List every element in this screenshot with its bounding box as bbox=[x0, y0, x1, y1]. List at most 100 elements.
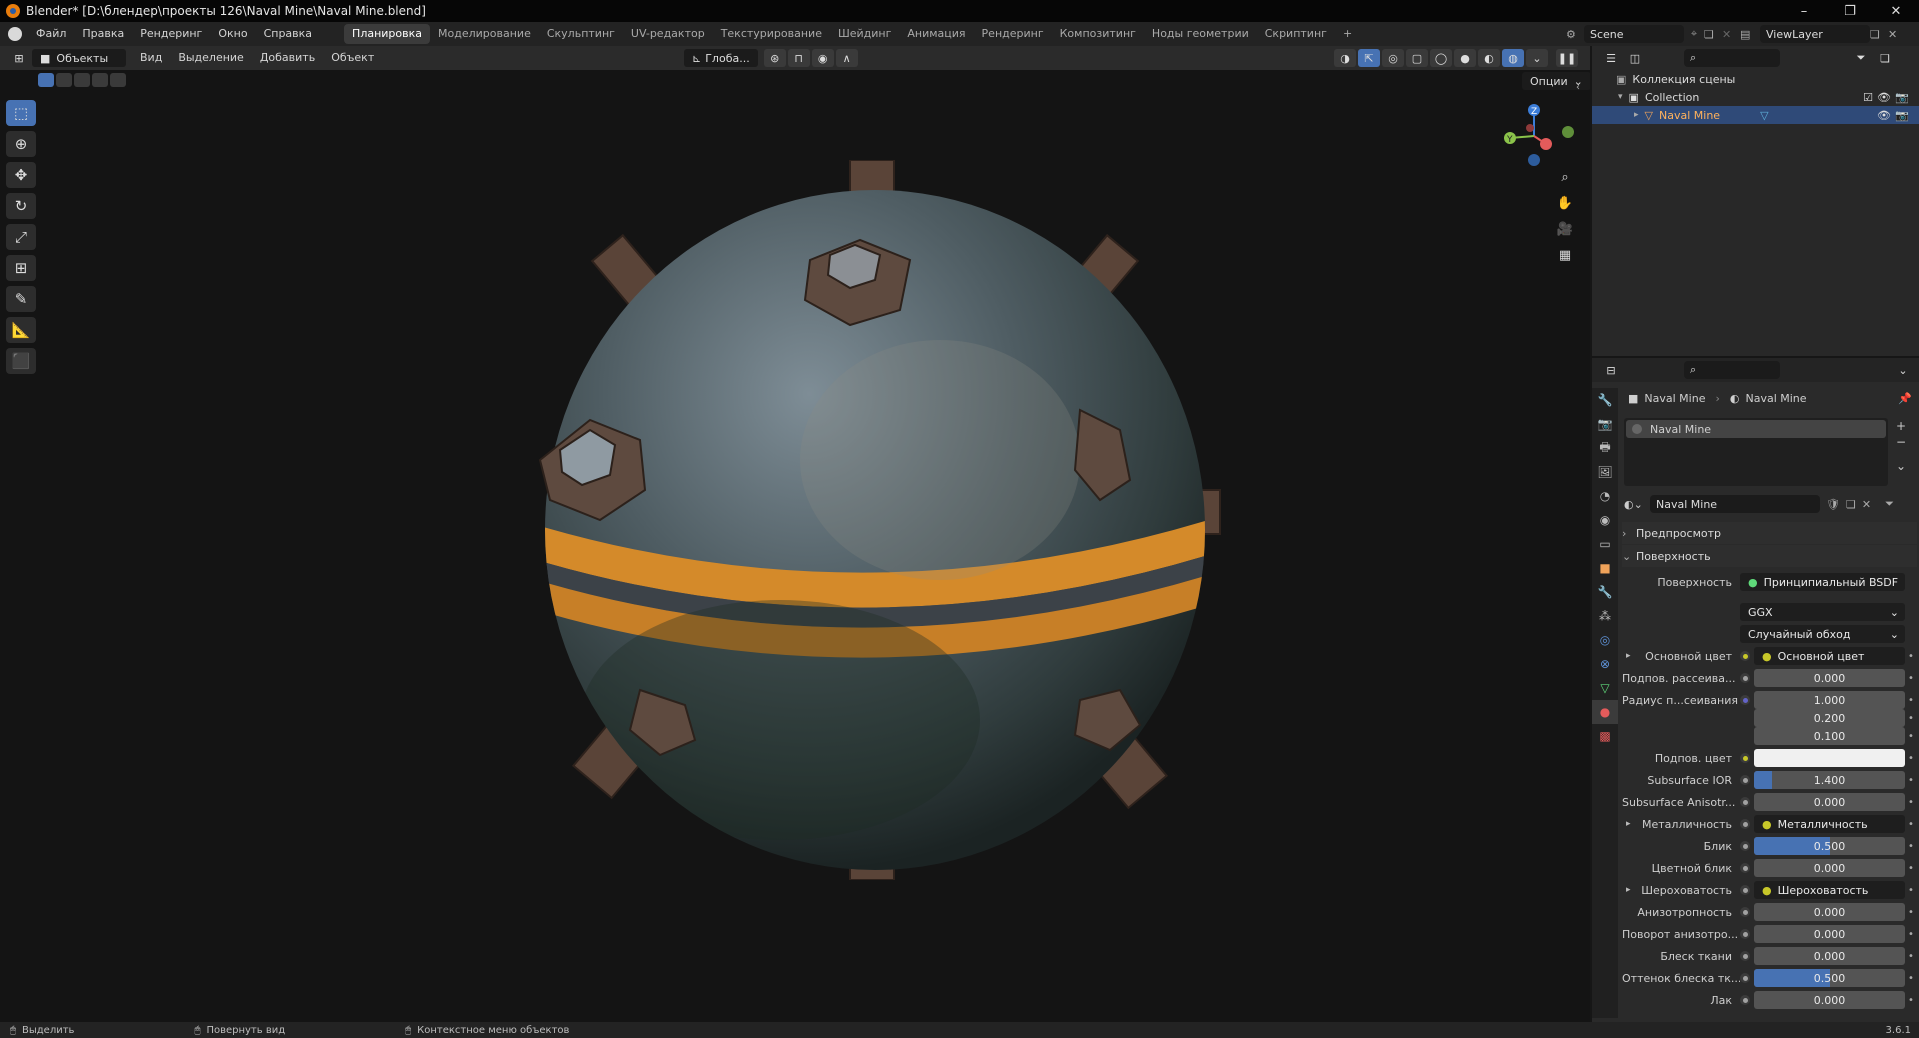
overlay-icon[interactable]: ◎ bbox=[1382, 49, 1404, 67]
number-slider[interactable]: 0.100 bbox=[1754, 727, 1905, 745]
render-camera-icon[interactable]: 📷 bbox=[1895, 91, 1909, 104]
socket-icon[interactable] bbox=[1740, 907, 1750, 917]
pan-hand-icon[interactable]: ✋ bbox=[1554, 196, 1576, 222]
socket-icon[interactable] bbox=[1740, 841, 1750, 851]
move-tool-icon[interactable]: ✥ bbox=[6, 162, 36, 188]
exclude-checkbox-icon[interactable]: ☑ bbox=[1863, 91, 1873, 104]
keyframe-dot-icon[interactable]: • bbox=[1905, 753, 1917, 764]
tab-animation[interactable]: Анимация bbox=[899, 24, 973, 44]
keyframe-dot-icon[interactable]: • bbox=[1905, 651, 1917, 662]
keyframe-dot-icon[interactable]: • bbox=[1905, 973, 1917, 984]
socket-icon[interactable] bbox=[1740, 775, 1750, 785]
linked-input-field[interactable]: ● Основной цвет bbox=[1754, 647, 1905, 665]
keyframe-dot-icon[interactable]: • bbox=[1905, 713, 1917, 724]
eye-icon[interactable]: 👁 bbox=[1877, 91, 1891, 104]
number-slider[interactable]: 0.000 bbox=[1754, 947, 1905, 965]
add-cube-tool-icon[interactable]: ⬛ bbox=[6, 348, 36, 374]
view-layer-icon[interactable]: ▤ bbox=[1740, 28, 1760, 41]
sidebar-toggle-icon[interactable]: ‹ bbox=[1576, 82, 1580, 93]
eye-icon[interactable]: 👁 bbox=[1877, 109, 1891, 122]
expand-arrow-icon[interactable]: ▸ bbox=[1626, 885, 1631, 895]
view-layer-tab-icon[interactable]: 🖼 bbox=[1592, 460, 1618, 484]
modifier-tab-icon[interactable]: 🔧 bbox=[1592, 580, 1618, 604]
select-intersect-icon[interactable] bbox=[110, 73, 126, 87]
new-collection-icon[interactable]: ❏ bbox=[1874, 49, 1896, 67]
outliner-collection-row[interactable]: ▾ ▣ Collection ☑ 👁 📷 bbox=[1592, 88, 1919, 106]
proportional-edit-icon[interactable]: ◉ bbox=[811, 49, 834, 67]
menu-view[interactable]: Вид bbox=[132, 46, 170, 70]
xray-icon[interactable]: ▢ bbox=[1406, 49, 1428, 67]
solid-shading-icon[interactable]: ● bbox=[1454, 49, 1476, 67]
socket-icon[interactable] bbox=[1740, 695, 1750, 705]
keyframe-dot-icon[interactable]: • bbox=[1905, 695, 1917, 706]
keyframe-dot-icon[interactable]: • bbox=[1905, 863, 1917, 874]
output-tab-icon[interactable]: 🖶 bbox=[1592, 436, 1618, 460]
menu-add[interactable]: Добавить bbox=[252, 46, 323, 70]
number-slider[interactable]: 0.500 bbox=[1754, 837, 1905, 855]
collection-tab-icon[interactable]: ▭ bbox=[1592, 532, 1618, 556]
number-slider[interactable]: 0.000 bbox=[1754, 925, 1905, 943]
select-subtract-icon[interactable] bbox=[74, 73, 90, 87]
select-new-icon[interactable] bbox=[38, 73, 54, 87]
socket-icon[interactable] bbox=[1740, 863, 1750, 873]
new-scene-icon[interactable]: ❏ bbox=[1704, 28, 1722, 41]
snap-icon[interactable]: ⊓ bbox=[787, 49, 810, 67]
zoom-icon[interactable]: ⌕ bbox=[1554, 170, 1576, 196]
outliner-search-input[interactable]: ⌕ bbox=[1684, 49, 1780, 67]
keyframe-dot-icon[interactable]: • bbox=[1905, 995, 1917, 1006]
number-slider[interactable]: 1.000 bbox=[1754, 691, 1905, 709]
add-workspace-icon[interactable]: + bbox=[1335, 24, 1360, 44]
close-button[interactable]: ✕ bbox=[1873, 0, 1919, 22]
number-slider[interactable]: 0.000 bbox=[1754, 793, 1905, 811]
particles-tab-icon[interactable]: ⁂ bbox=[1592, 604, 1618, 628]
properties-search-input[interactable]: ⌕ bbox=[1684, 361, 1780, 379]
linked-input-field[interactable]: ● Шероховатость bbox=[1754, 881, 1905, 899]
tab-layout[interactable]: Планировка bbox=[344, 24, 431, 44]
properties-options-icon[interactable]: ⌄ bbox=[1892, 361, 1914, 379]
pin-icon[interactable]: ⌖ bbox=[1684, 27, 1704, 41]
keyframe-dot-icon[interactable]: • bbox=[1905, 929, 1917, 940]
pin-icon[interactable]: 📌 bbox=[1898, 392, 1912, 405]
material-slot[interactable]: Naval Mine bbox=[1626, 420, 1886, 438]
distribution-dropdown[interactable]: GGX ⌄ bbox=[1740, 603, 1905, 621]
expand-icon[interactable]: ▸ bbox=[1634, 110, 1639, 120]
keyframe-dot-icon[interactable]: • bbox=[1905, 819, 1917, 830]
socket-icon[interactable] bbox=[1740, 951, 1750, 961]
tab-rendering[interactable]: Рендеринг bbox=[974, 24, 1052, 44]
keyframe-dot-icon[interactable]: • bbox=[1905, 951, 1917, 962]
new-view-layer-icon[interactable]: ❏ bbox=[1870, 28, 1888, 41]
add-slot-icon[interactable]: + bbox=[1896, 418, 1906, 434]
duplicate-material-icon[interactable]: ❏ bbox=[1846, 498, 1856, 511]
keyframe-dot-icon[interactable]: • bbox=[1905, 797, 1917, 808]
render-camera-icon[interactable]: 📷 bbox=[1895, 109, 1909, 122]
keyframe-dot-icon[interactable]: • bbox=[1905, 731, 1917, 742]
number-slider[interactable]: 0.200 bbox=[1754, 709, 1905, 727]
rotate-tool-icon[interactable]: ↻ bbox=[6, 193, 36, 219]
ortho-grid-icon[interactable]: ▦ bbox=[1554, 248, 1576, 274]
shading-options-icon[interactable]: ⌄ bbox=[1526, 49, 1548, 67]
color-swatch[interactable] bbox=[1754, 749, 1905, 767]
tab-scripting[interactable]: Скриптинг bbox=[1257, 24, 1335, 44]
world-tab-icon[interactable]: ◉ bbox=[1592, 508, 1618, 532]
mesh-data-icon[interactable]: ▽ bbox=[1760, 109, 1768, 122]
unlink-material-icon[interactable]: ✕ bbox=[1862, 498, 1871, 511]
measure-tool-icon[interactable]: 📐 bbox=[6, 317, 36, 343]
tab-sculpting[interactable]: Скульптинг bbox=[539, 24, 623, 44]
visibility-icon[interactable]: ◑ bbox=[1334, 49, 1356, 67]
menu-help[interactable]: Справка bbox=[256, 22, 320, 46]
expand-icon[interactable]: ▾ bbox=[1618, 92, 1623, 102]
tab-geometry-nodes[interactable]: Ноды геометрии bbox=[1144, 24, 1257, 44]
remove-scene-icon[interactable]: ✕ bbox=[1722, 28, 1740, 41]
menu-select[interactable]: Выделение bbox=[170, 46, 252, 70]
annotate-tool-icon[interactable]: ✎ bbox=[6, 286, 36, 312]
wireframe-shading-icon[interactable]: ◯ bbox=[1430, 49, 1452, 67]
select-invert-icon[interactable] bbox=[92, 73, 108, 87]
camera-icon[interactable]: 🎥 bbox=[1554, 222, 1576, 248]
texture-tab-icon[interactable]: ▩ bbox=[1592, 724, 1618, 748]
object-tab-icon[interactable]: ■ bbox=[1592, 556, 1618, 580]
slot-menu-icon[interactable]: ⌄ bbox=[1896, 458, 1906, 474]
socket-icon[interactable] bbox=[1740, 885, 1750, 895]
number-slider[interactable]: 0.500 bbox=[1754, 969, 1905, 987]
rendered-shading-icon[interactable]: ◍ bbox=[1502, 49, 1524, 67]
number-slider[interactable]: 0.000 bbox=[1754, 669, 1905, 687]
